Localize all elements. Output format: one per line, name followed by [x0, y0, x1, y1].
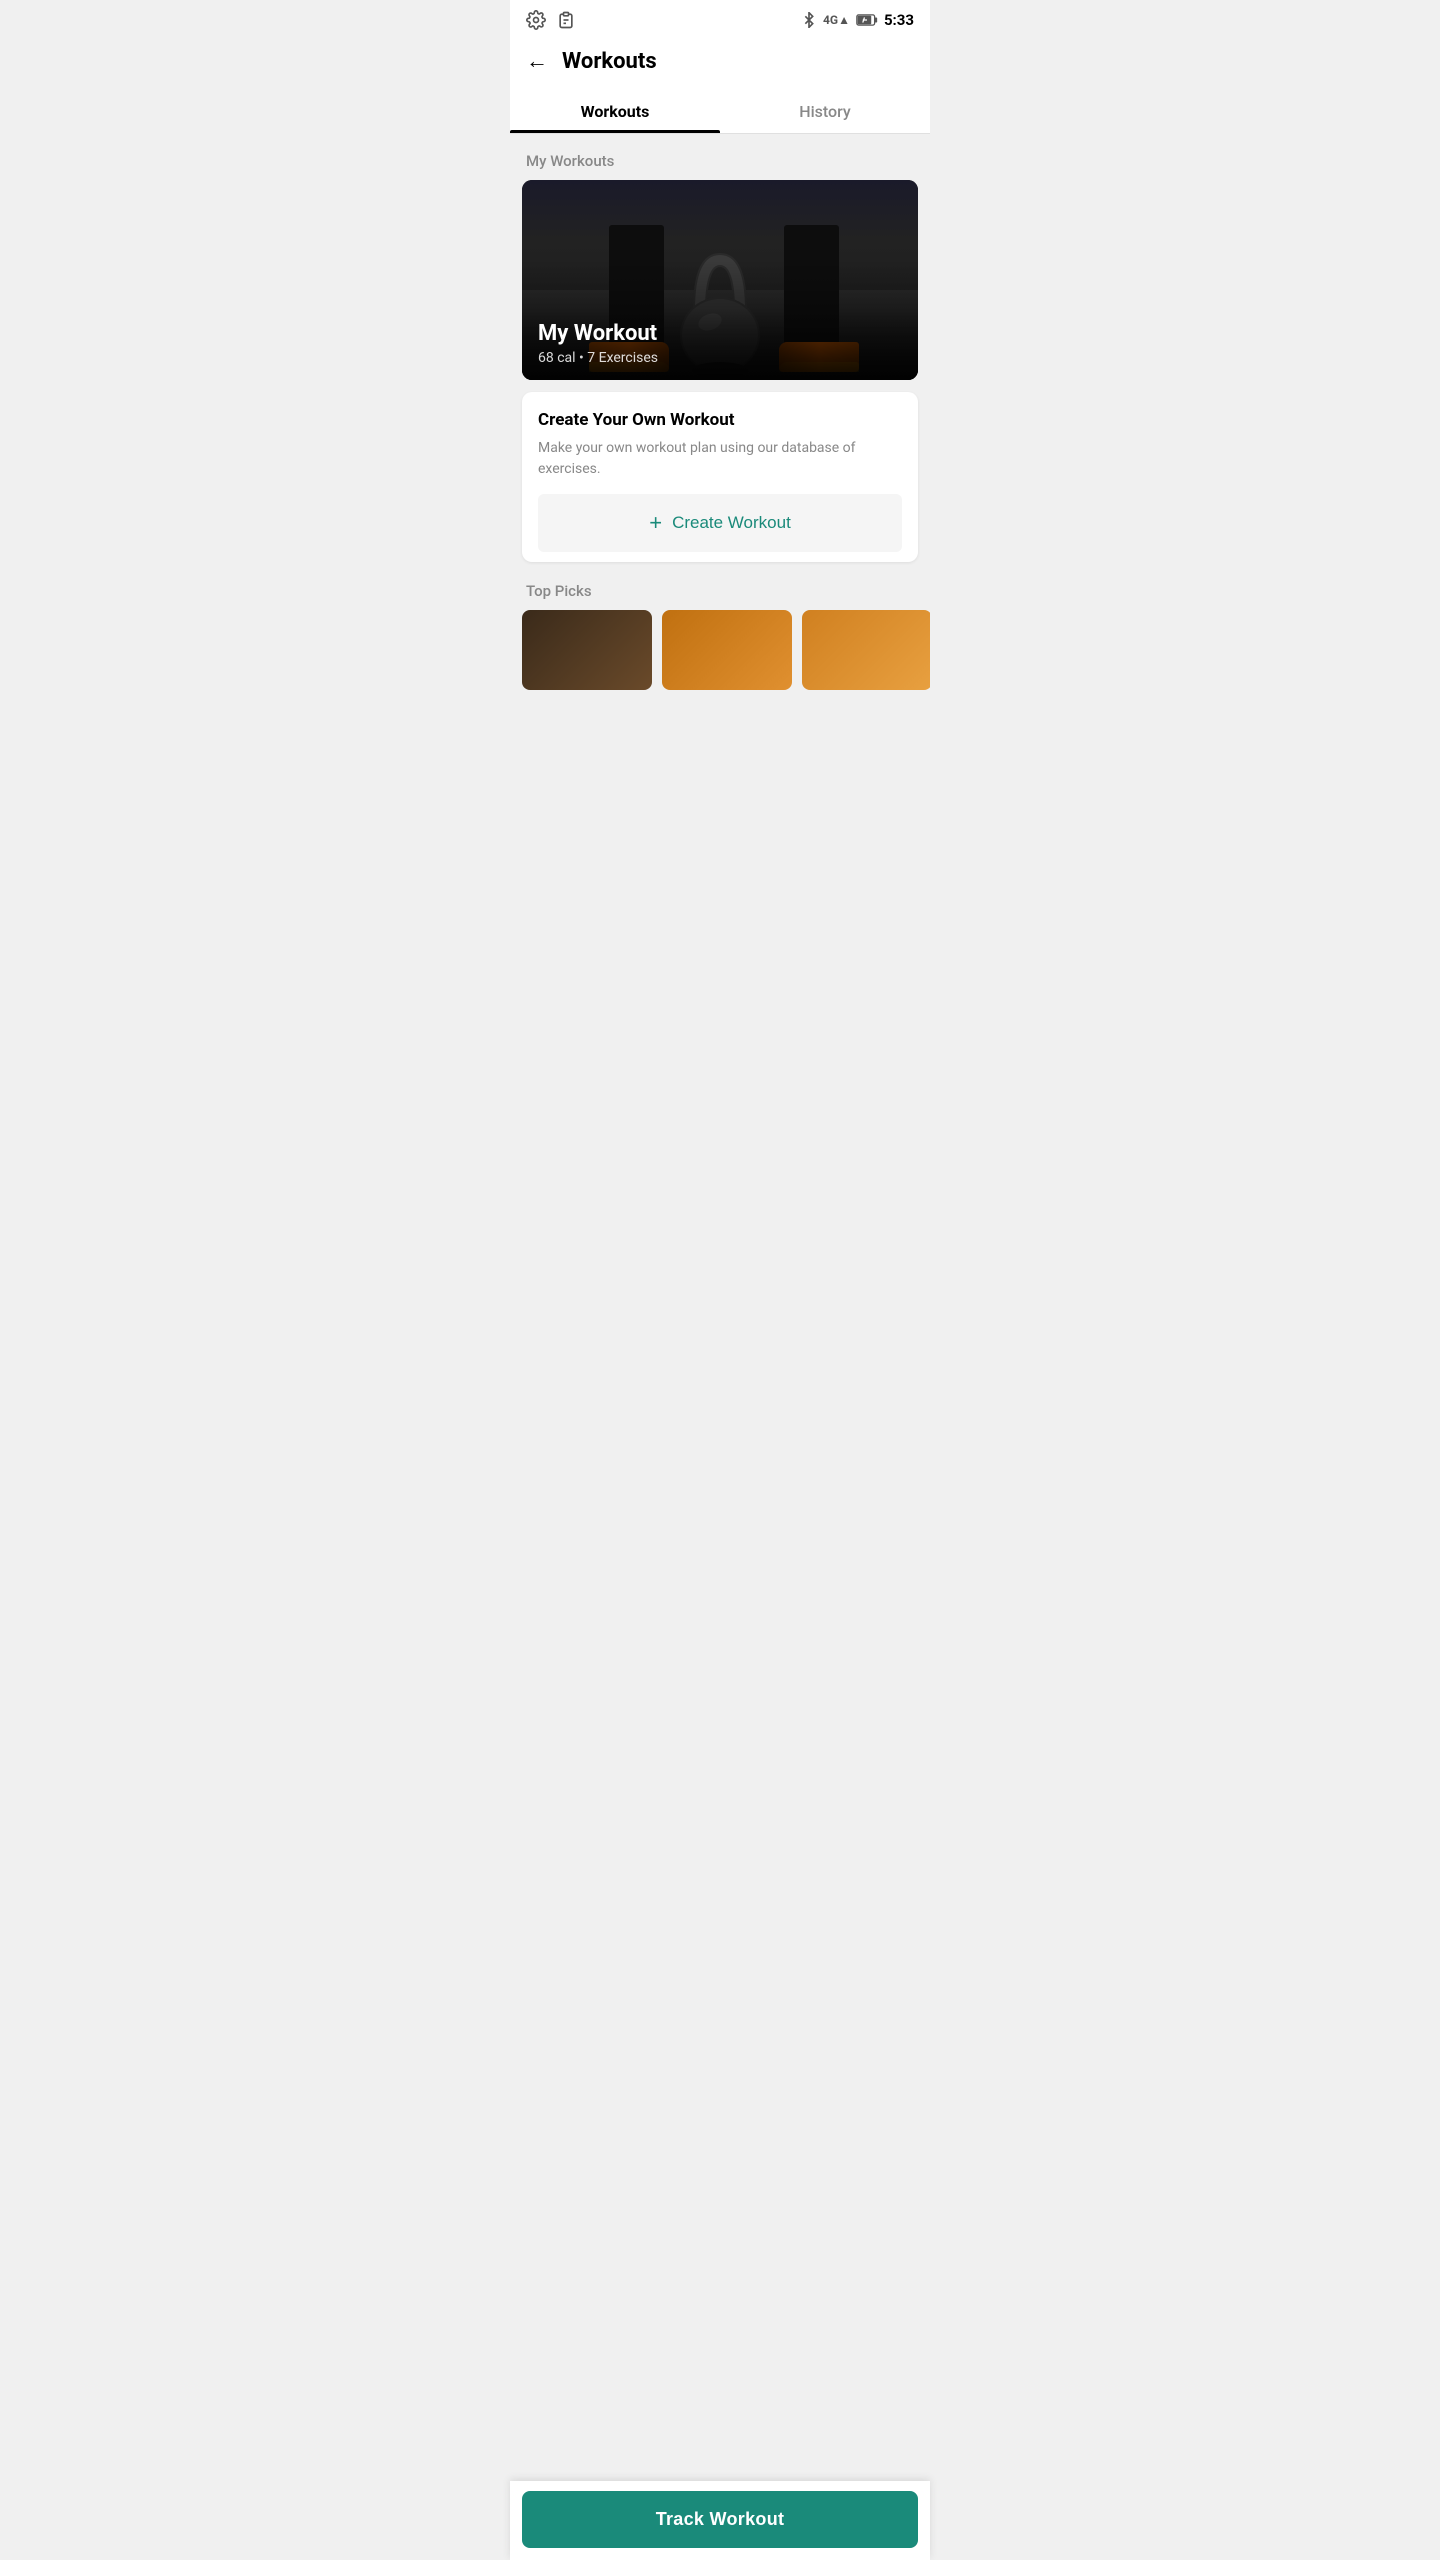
workout-meta: 68 cal • 7 Exercises [538, 350, 902, 366]
battery-icon [856, 13, 878, 27]
clipboard-icon [556, 10, 576, 30]
main-content: My Workouts [510, 134, 930, 780]
status-right-icons: 4G▲ 5:33 [801, 11, 914, 29]
my-workouts-section-label: My Workouts [510, 134, 930, 180]
gear-icon [526, 10, 546, 30]
track-workout-container: Track Workout [510, 2481, 930, 2560]
tab-workouts[interactable]: Workouts [510, 86, 720, 133]
top-pick-card-3[interactable] [802, 610, 930, 690]
create-card-title: Create Your Own Workout [538, 410, 902, 430]
create-workout-card: Create Your Own Workout Make your own wo… [522, 392, 918, 562]
page-title: Workouts [562, 49, 657, 74]
signal-4g-icon: 4G▲ [823, 13, 850, 27]
my-workout-card[interactable]: My Workout 68 cal • 7 Exercises [522, 180, 918, 380]
bluetooth-icon [801, 12, 817, 28]
top-pick-card-2[interactable] [662, 610, 792, 690]
track-workout-button[interactable]: Track Workout [522, 2491, 918, 2548]
create-workout-label: Create Workout [672, 513, 791, 533]
app-header: ← Workouts [510, 36, 930, 86]
workout-name: My Workout [538, 321, 902, 346]
workout-image: My Workout 68 cal • 7 Exercises [522, 180, 918, 380]
tab-history[interactable]: History [720, 86, 930, 133]
back-button[interactable]: ← [526, 48, 548, 74]
status-bar: 4G▲ 5:33 [510, 0, 930, 36]
create-card-description: Make your own workout plan using our dat… [538, 438, 902, 480]
top-picks-scroll [510, 610, 930, 690]
plus-icon: + [649, 510, 662, 536]
top-pick-card-1[interactable] [522, 610, 652, 690]
top-picks-section-label: Top Picks [510, 574, 930, 610]
workout-info: My Workout 68 cal • 7 Exercises [522, 309, 918, 380]
create-workout-button[interactable]: + Create Workout [538, 494, 902, 552]
tab-bar: Workouts History [510, 86, 930, 134]
time-display: 5:33 [884, 11, 914, 29]
status-left-icons [526, 10, 576, 30]
